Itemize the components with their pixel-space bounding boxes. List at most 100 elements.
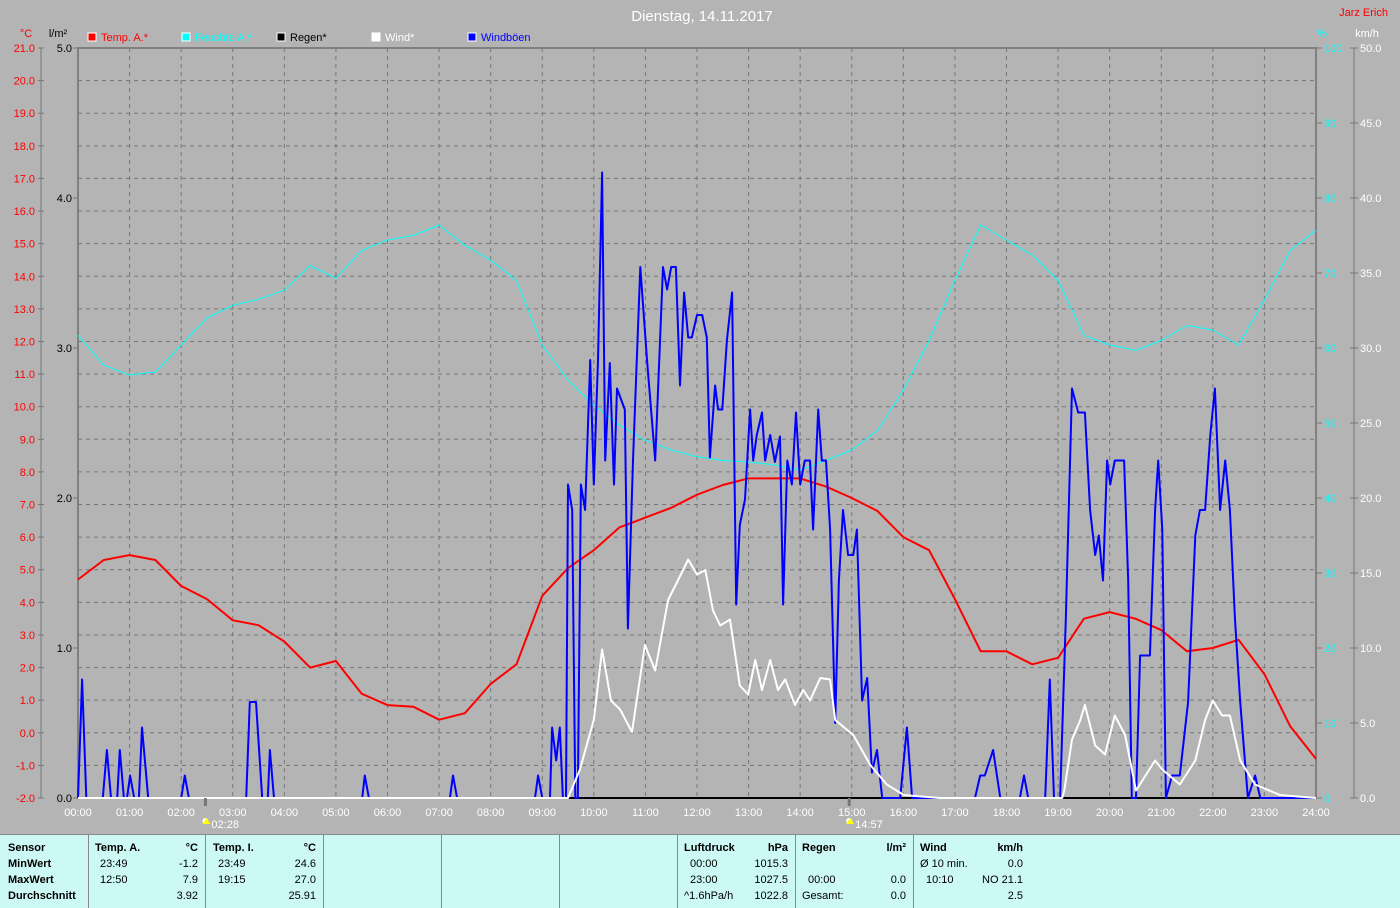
author-label: Jarz Erich	[1339, 7, 1388, 19]
label-max: MaxWert	[8, 874, 54, 886]
temp-tick-label: 20.0	[14, 76, 35, 88]
wind-tick-label: 25.0	[1360, 418, 1381, 430]
x-tick-label: 09:00	[528, 807, 556, 819]
value: Ø 10 min.	[920, 858, 968, 870]
wind-tick-label: 50.0	[1360, 43, 1381, 55]
header-temp-i-unit: °C	[303, 842, 316, 854]
header-pressure: Luftdruck	[684, 842, 735, 854]
x-tick-label: 14:00	[786, 807, 814, 819]
humidity-tick-label: 60	[1324, 343, 1336, 355]
legend-label: Regen*	[290, 32, 327, 44]
value: 00:00	[808, 874, 836, 886]
annotation-label: 14:57	[855, 819, 883, 831]
humidity-tick-label: 50	[1324, 418, 1336, 430]
x-tick-label: 02:00	[167, 807, 195, 819]
stats-empty	[560, 835, 678, 908]
header-temp-a: Temp. A.	[95, 842, 141, 854]
value: 0.0	[890, 874, 906, 886]
temp-tick-label: 12.0	[14, 336, 35, 348]
header-temp-i: Temp. I.	[213, 842, 254, 854]
temp-tick-label: 7.0	[20, 500, 35, 512]
legend-label: Feuchte A.*	[195, 32, 253, 44]
x-tick-label: 05:00	[322, 807, 350, 819]
legend-swatch	[467, 32, 477, 42]
temp-tick-label: -2.0	[16, 793, 35, 805]
temp-tick-label: 0.0	[20, 728, 35, 740]
temp-tick-label: 2.0	[20, 663, 35, 675]
value: 2.5	[1007, 890, 1023, 902]
value: ^1.6hPa/h	[684, 890, 734, 902]
temp-tick-label: 14.0	[14, 271, 35, 283]
legend-swatch	[181, 32, 191, 42]
temp-tick-label: 4.0	[20, 597, 35, 609]
humidity-unit-label: %	[1317, 28, 1327, 40]
value: -1.2	[179, 858, 198, 870]
humidity-tick-label: 70	[1324, 268, 1336, 280]
value: NO 21.1	[982, 874, 1023, 886]
humidity-tick-label: 10	[1324, 718, 1336, 730]
x-tick-label: 12:00	[683, 807, 711, 819]
chart-title: Dienstag, 14.11.2017	[631, 8, 773, 25]
wind-tick-label: 40.0	[1360, 193, 1381, 205]
temp-unit-label: °C	[20, 28, 32, 40]
x-tick-label: 07:00	[425, 807, 453, 819]
temp-tick-label: 19.0	[14, 108, 35, 120]
wind-tick-label: 30.0	[1360, 343, 1381, 355]
value: 24.6	[294, 858, 316, 870]
temp-tick-label: 5.0	[20, 565, 35, 577]
value: 3.92	[176, 890, 198, 902]
header-wind: Wind	[920, 842, 947, 854]
wind-unit-label: km/h	[1355, 28, 1379, 40]
rain-unit-label: l/m²	[49, 28, 68, 40]
x-tick-label: 03:00	[219, 807, 247, 819]
value: 23:49	[100, 858, 128, 870]
legend-label: Wind*	[385, 32, 415, 44]
x-tick-label: 01:00	[116, 807, 144, 819]
header-temp-a-unit: °C	[185, 842, 198, 854]
value: Gesamt:	[802, 890, 844, 902]
x-tick-label: 16:00	[890, 807, 918, 819]
temp-tick-label: 6.0	[20, 532, 35, 544]
x-tick-label: 00:00	[64, 807, 92, 819]
rain-tick-label: 5.0	[57, 43, 72, 55]
legend-swatch	[87, 32, 97, 42]
value: 25.91	[288, 890, 316, 902]
x-tick-label: 10:00	[580, 807, 608, 819]
humidity-tick-label: 0	[1324, 793, 1330, 805]
label-min: MinWert	[8, 858, 52, 870]
wind-tick-label: 0.0	[1360, 793, 1375, 805]
humidity-tick-label: 30	[1324, 568, 1336, 580]
value: 1015.3	[754, 858, 788, 870]
humidity-tick-label: 100	[1324, 43, 1342, 55]
stats-temp-a: Sensor Temp. A. °C MinWert 23:49 -1.2 MaxWer…	[0, 835, 206, 908]
temp-tick-label: 1.0	[20, 695, 35, 707]
wind-tick-label: 20.0	[1360, 493, 1381, 505]
statistics-table: Sensor Temp. A. °C MinWert 23:49 -1.2 MaxWer…	[0, 834, 1400, 908]
x-tick-label: 04:00	[271, 807, 299, 819]
legend: Temp. A.* Feuchte A.* Regen* Wind* Windböen	[87, 32, 531, 44]
wind-tick-label: 5.0	[1360, 718, 1375, 730]
x-tick-label: 23:00	[1251, 807, 1279, 819]
x-tick-label: 11:00	[632, 807, 659, 819]
value: 0.0	[1007, 858, 1023, 870]
legend-label: Temp. A.*	[101, 32, 149, 44]
wind-tick-label: 45.0	[1360, 118, 1381, 130]
header-wind-unit: km/h	[997, 842, 1023, 854]
label-avg: Durchschnitt	[8, 890, 76, 902]
humidity-tick-label: 40	[1324, 493, 1336, 505]
humidity-tick-label: 20	[1324, 643, 1336, 655]
header-pressure-unit: hPa	[767, 842, 788, 854]
x-tick-label: 17:00	[941, 807, 969, 819]
temp-tick-label: 16.0	[14, 206, 35, 218]
value: 12:50	[100, 874, 128, 886]
rain-tick-label: 2.0	[57, 493, 72, 505]
header-sensor: Sensor	[8, 842, 46, 854]
rain-tick-label: 3.0	[57, 343, 72, 355]
temp-tick-label: -1.0	[16, 760, 35, 772]
rain-tick-label: 4.0	[57, 193, 72, 205]
value: 0.0	[890, 890, 906, 902]
wind-tick-label: 15.0	[1360, 568, 1381, 580]
stats-rain: Regen l/m² 00:00 0.0 Gesamt: 0.0	[796, 835, 914, 908]
wind-tick-label: 10.0	[1360, 643, 1381, 655]
stats-wind: Wind km/h Ø 10 min. 0.0 10:10 NO 21.1 2.5	[914, 835, 1032, 908]
